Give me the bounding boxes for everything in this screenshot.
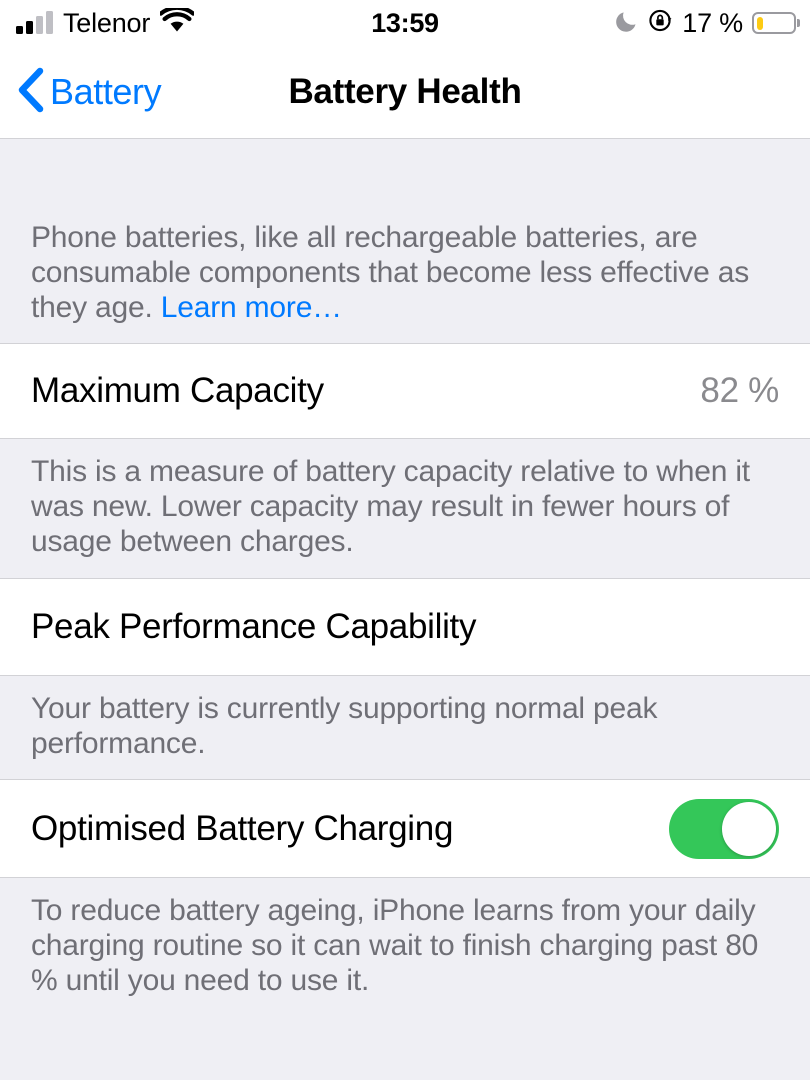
- maximum-capacity-value: 82 %: [700, 371, 779, 411]
- page-title: Battery Health: [288, 72, 522, 111]
- chevron-left-icon: [16, 66, 46, 119]
- battery-low-power-icon: [752, 12, 800, 34]
- peak-performance-label: Peak Performance Capability: [31, 606, 477, 646]
- rotation-lock-icon: [648, 8, 673, 38]
- intro-description-text: Phone batteries, like all rechargeable b…: [31, 221, 749, 324]
- optimised-battery-charging-label: Optimised Battery Charging: [31, 808, 454, 848]
- back-button-label: Battery: [50, 71, 162, 112]
- carrier-name: Telenor: [63, 7, 151, 38]
- toggle-knob: [722, 801, 776, 856]
- peak-performance-description: Your battery is currently supporting nor…: [31, 691, 658, 760]
- battery-health-screen: Telenor 13:59 17 % Battery Battery Healt…: [0, 0, 810, 1080]
- maximum-capacity-row: Maximum Capacity 82 %: [0, 343, 810, 440]
- optimised-battery-charging-description: To reduce battery ageing, iPhone learns …: [31, 894, 759, 997]
- settings-list: Phone batteries, like all rechargeable b…: [0, 139, 810, 1080]
- learn-more-link[interactable]: Learn more…: [161, 291, 342, 324]
- status-bar: Telenor 13:59 17 %: [0, 0, 810, 46]
- wifi-icon: [158, 5, 196, 39]
- maximum-capacity-label: Maximum Capacity: [31, 371, 324, 411]
- clock: 13:59: [371, 7, 439, 38]
- peak-performance-row: Peak Performance Capability: [0, 577, 810, 676]
- back-button[interactable]: Battery: [16, 46, 162, 138]
- status-bar-right: 17 %: [615, 0, 800, 46]
- battery-percent-label: 17 %: [682, 7, 743, 38]
- moon-do-not-disturb-icon: [615, 9, 639, 38]
- cellular-signal-icon: [16, 11, 53, 34]
- maximum-capacity-description: This is a measure of battery capacity re…: [31, 455, 750, 558]
- navigation-bar: Battery Battery Health: [0, 46, 810, 139]
- status-bar-left: Telenor: [16, 0, 196, 46]
- optimised-battery-charging-row: Optimised Battery Charging: [0, 779, 810, 879]
- optimised-battery-charging-toggle[interactable]: [669, 798, 779, 859]
- intro-description: Phone batteries, like all rechargeable b…: [0, 139, 810, 343]
